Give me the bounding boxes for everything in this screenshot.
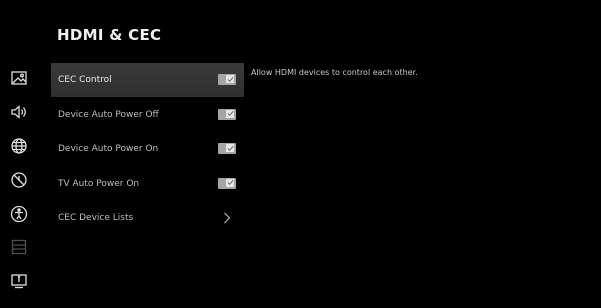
cec-control-checkbox[interactable]	[218, 74, 236, 85]
page-title: HDMI & CEC	[57, 26, 162, 44]
channels-icon[interactable]	[8, 236, 30, 258]
timer-icon[interactable]	[8, 169, 30, 191]
menu-item-label: CEC Control	[58, 75, 112, 85]
checkmark-icon	[226, 178, 234, 187]
menu-item-cec-device-lists[interactable]: CEC Device Lists	[51, 201, 244, 235]
menu-item-cec-control[interactable]: CEC Control	[51, 63, 244, 97]
menu-item-label: Device Auto Power Off	[58, 109, 159, 120]
settings-category-rail	[0, 0, 40, 308]
system-info-icon[interactable]	[8, 270, 30, 292]
menu-item-label: Device Auto Power On	[58, 144, 159, 154]
network-icon[interactable]	[8, 135, 30, 157]
checkmark-icon	[226, 144, 234, 152]
setting-description: Allow HDMI devices to control each other…	[251, 68, 418, 77]
chevron-right-icon	[224, 212, 231, 224]
settings-menu: CEC Control Device Auto Power Off Device…	[51, 63, 244, 236]
picture-icon[interactable]	[8, 67, 30, 89]
accessibility-icon[interactable]	[8, 203, 30, 225]
device-auto-power-on-checkbox[interactable]	[218, 143, 236, 154]
menu-item-tv-auto-power-on[interactable]: TV Auto Power On	[51, 167, 244, 201]
menu-item-device-auto-power-off[interactable]: Device Auto Power Off	[51, 98, 244, 132]
tv-auto-power-on-checkbox[interactable]	[218, 177, 236, 189]
checkmark-icon	[226, 75, 234, 83]
device-auto-power-off-checkbox[interactable]	[218, 108, 236, 120]
menu-item-label: TV Auto Power On	[58, 178, 140, 189]
menu-item-label: CEC Device Lists	[58, 213, 134, 223]
menu-item-device-auto-power-on[interactable]: Device Auto Power On	[51, 132, 244, 166]
checkmark-icon	[226, 109, 234, 118]
sound-icon[interactable]	[8, 101, 30, 123]
hdmi-cec-settings-screen: HDMI & CEC CEC Control Device Auto Power…	[0, 0, 601, 308]
